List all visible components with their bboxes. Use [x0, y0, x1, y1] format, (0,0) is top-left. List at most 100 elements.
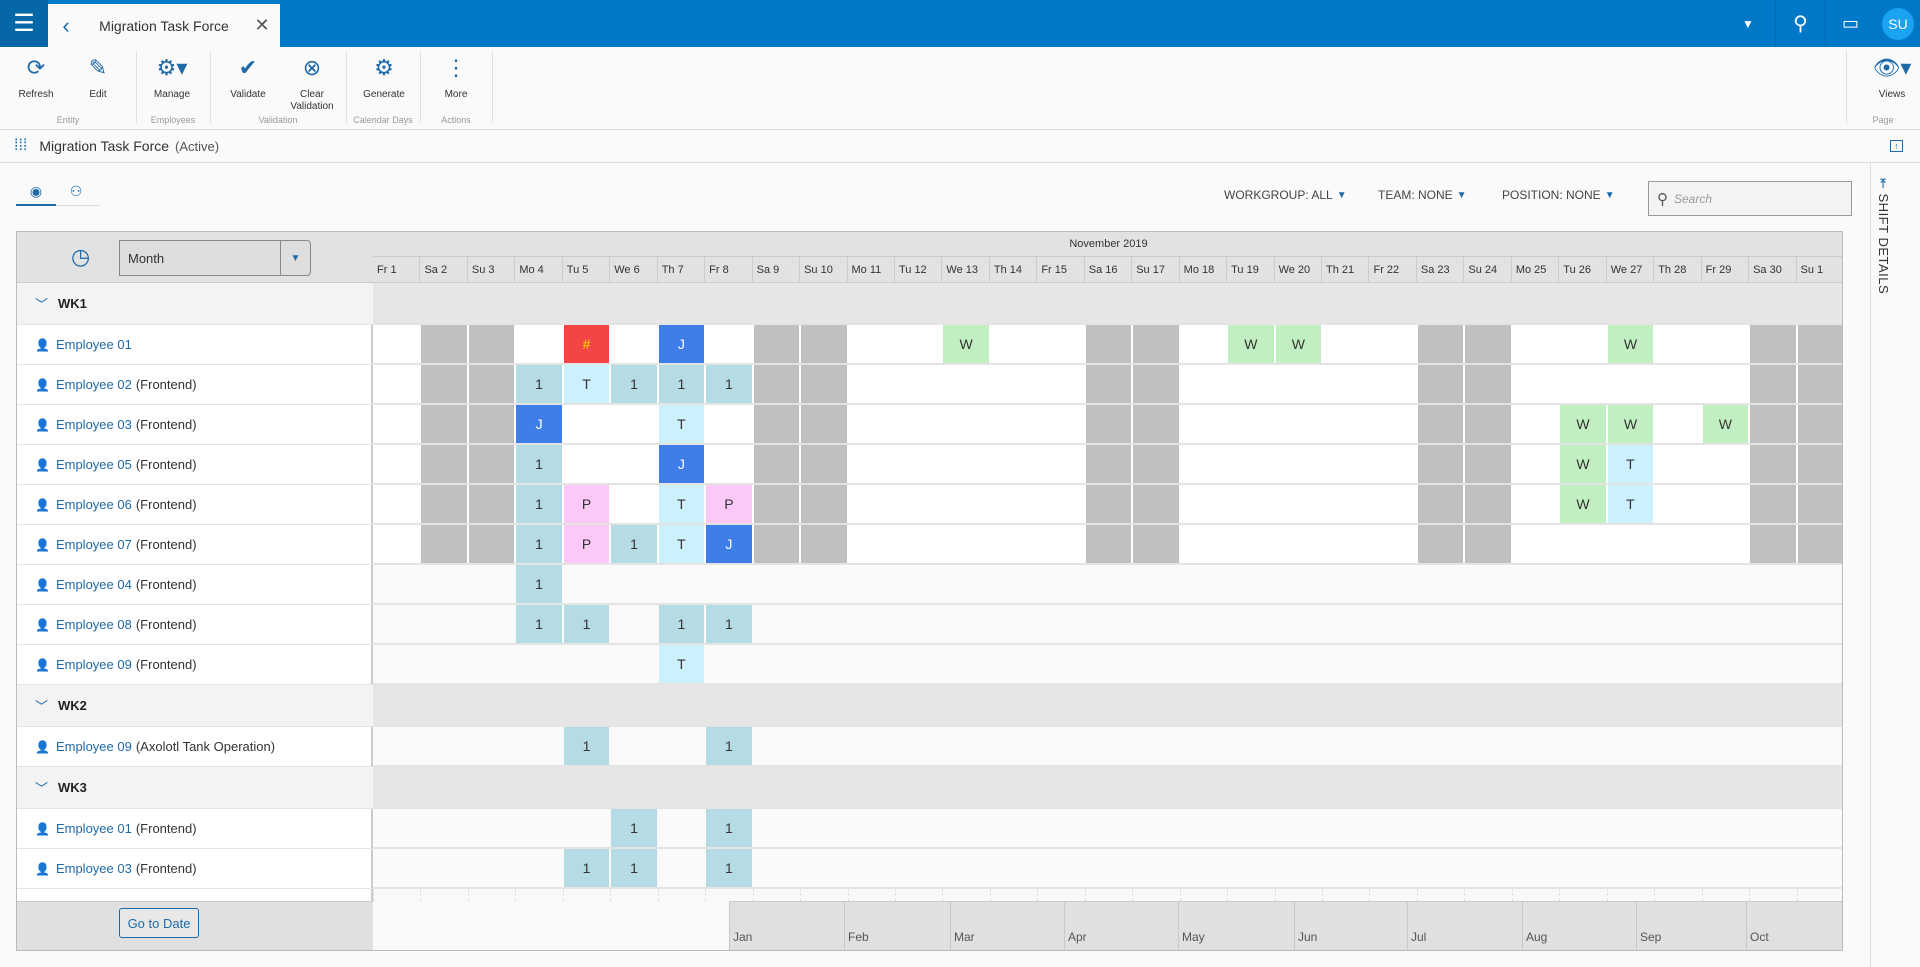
shift-cell[interactable]: #: [563, 325, 610, 363]
shift-cell[interactable]: 1: [563, 727, 610, 765]
schedule-row: 11: [373, 809, 1842, 849]
employee-name-link[interactable]: Employee 03: [56, 861, 132, 876]
refresh-button[interactable]: ⟳ Refresh: [6, 53, 66, 101]
chat-icon[interactable]: ▭: [1825, 0, 1875, 47]
generate-button[interactable]: ⚙ Generate: [354, 53, 414, 101]
shift-cell[interactable]: P: [563, 485, 610, 523]
chevron-down-icon[interactable]: ﹀: [35, 294, 48, 313]
person-icon: 👤: [35, 739, 50, 754]
search-input[interactable]: ⚲ Search: [1648, 181, 1852, 216]
close-icon[interactable]: ✕: [244, 15, 280, 36]
button-label: More: [444, 89, 468, 100]
shift-cell[interactable]: 1: [706, 727, 752, 765]
shift-cell[interactable]: 1: [516, 445, 562, 483]
employee-name-link[interactable]: Employee 01: [56, 337, 132, 352]
shift-cell[interactable]: J: [658, 445, 705, 483]
employee-name-link[interactable]: Employee 07: [56, 537, 132, 552]
weekend-cell: [1465, 485, 1511, 523]
shift-cell[interactable]: 1: [563, 849, 610, 887]
shift-cell[interactable]: W: [943, 325, 989, 363]
person-view-tab[interactable]: ◉: [16, 178, 56, 206]
shift-cell[interactable]: 1: [706, 849, 752, 887]
shift-cell[interactable]: P: [706, 485, 752, 523]
employee-name-link[interactable]: Employee 06: [56, 497, 132, 512]
weekend-cell: [1797, 325, 1842, 363]
more-button[interactable]: ⋮ More: [426, 53, 486, 101]
validate-button[interactable]: ✔ Validate: [218, 53, 278, 101]
shift-cell[interactable]: T: [563, 365, 610, 403]
position-filter[interactable]: POSITION: NONE ▼: [1502, 188, 1615, 202]
team-view-tab[interactable]: ⚇: [56, 178, 96, 204]
day-header: Tu 26: [1559, 257, 1607, 283]
shift-cell[interactable]: W: [1560, 405, 1606, 443]
shift-cell[interactable]: 1: [611, 849, 657, 887]
employee-name-link[interactable]: Employee 01: [56, 821, 132, 836]
shift-cell[interactable]: P: [563, 525, 610, 563]
chevron-down-icon[interactable]: ﹀: [35, 778, 48, 797]
employee-name-link[interactable]: Employee 09: [56, 739, 132, 754]
go-to-date-button[interactable]: Go to Date: [119, 908, 199, 938]
employee-name-link[interactable]: Employee 05: [56, 457, 132, 472]
shift-details-toggle[interactable]: ⇤ SHIFT DETAILS: [1876, 178, 1891, 294]
shift-cell[interactable]: 1: [706, 365, 752, 403]
employee-name-link[interactable]: Employee 09: [56, 657, 132, 672]
group-row[interactable]: ﹀ WK3: [17, 767, 373, 809]
day-header: Sa 30: [1749, 257, 1797, 283]
shift-cell[interactable]: W: [1560, 485, 1606, 523]
group-row[interactable]: ﹀ WK1: [17, 283, 373, 325]
shift-cell[interactable]: W: [1560, 445, 1606, 483]
shift-cell[interactable]: 1: [563, 605, 610, 643]
view-select[interactable]: Month ▼: [119, 240, 311, 276]
shift-cell[interactable]: W: [1275, 325, 1322, 363]
employee-position: (Frontend): [135, 537, 197, 552]
shift-cell[interactable]: 1: [706, 605, 752, 643]
clear-validation-button[interactable]: ⊗ Clear Validation: [282, 53, 342, 113]
shift-cell[interactable]: 1: [611, 525, 657, 563]
employee-name-link[interactable]: Employee 08: [56, 617, 132, 632]
back-chevron-icon[interactable]: ‹: [48, 13, 84, 39]
shift-cell[interactable]: 1: [658, 365, 705, 403]
shift-cell[interactable]: 1: [516, 605, 562, 643]
caret-down-icon[interactable]: ▼: [1728, 0, 1768, 47]
shift-cell[interactable]: 1: [611, 365, 657, 403]
group-row[interactable]: ﹀ WK2: [17, 685, 373, 727]
shift-cell[interactable]: 1: [516, 365, 562, 403]
employee-name-link[interactable]: Employee 03: [56, 417, 132, 432]
collapse-header-icon[interactable]: ↑: [1890, 140, 1903, 152]
shift-cell[interactable]: 1: [516, 525, 562, 563]
shift-cell[interactable]: T: [1607, 485, 1654, 523]
team-filter[interactable]: TEAM: NONE ▼: [1378, 188, 1467, 202]
shift-cell[interactable]: T: [658, 645, 705, 683]
employee-position: (Frontend): [135, 577, 197, 592]
shift-cell[interactable]: T: [658, 525, 705, 563]
shift-cell[interactable]: 1: [658, 605, 705, 643]
shift-cell[interactable]: W: [1607, 325, 1654, 363]
weekend-cell: [468, 365, 515, 403]
shift-cell[interactable]: W: [1702, 405, 1749, 443]
manage-button[interactable]: ⚙▾ Manage: [142, 53, 202, 101]
shift-cell[interactable]: 1: [706, 809, 752, 847]
views-button[interactable]: 👁▾ Views: [1862, 53, 1920, 101]
shift-cell[interactable]: J: [658, 325, 705, 363]
search-icon[interactable]: ⚲: [1775, 0, 1825, 47]
edit-button[interactable]: ✎ Edit: [68, 53, 128, 101]
shift-cell[interactable]: T: [1607, 445, 1654, 483]
shift-cell[interactable]: 1: [611, 809, 657, 847]
timeline-scrubber[interactable]: JanFebMarAprMayJunJulAugSepOctNovDecJan: [729, 901, 1842, 950]
shift-cell[interactable]: 1: [516, 565, 562, 603]
shift-cell[interactable]: T: [658, 405, 705, 443]
avatar[interactable]: SU: [1882, 8, 1914, 40]
shift-cell[interactable]: J: [516, 405, 562, 443]
chevron-down-icon[interactable]: ▼: [280, 241, 310, 275]
chevron-down-icon[interactable]: ﹀: [35, 696, 48, 715]
workgroup-filter[interactable]: WORKGROUP: ALL ▼: [1224, 188, 1347, 202]
shift-cell[interactable]: T: [658, 485, 705, 523]
shift-cell[interactable]: W: [1228, 325, 1274, 363]
hamburger-icon[interactable]: ☰: [0, 0, 48, 47]
shift-cell[interactable]: W: [1607, 405, 1654, 443]
shift-cell[interactable]: J: [706, 525, 752, 563]
app-tab[interactable]: ‹ Migration Task Force ✕: [48, 4, 280, 47]
employee-name-link[interactable]: Employee 04: [56, 577, 132, 592]
employee-name-link[interactable]: Employee 02: [56, 377, 132, 392]
shift-cell[interactable]: 1: [516, 485, 562, 523]
